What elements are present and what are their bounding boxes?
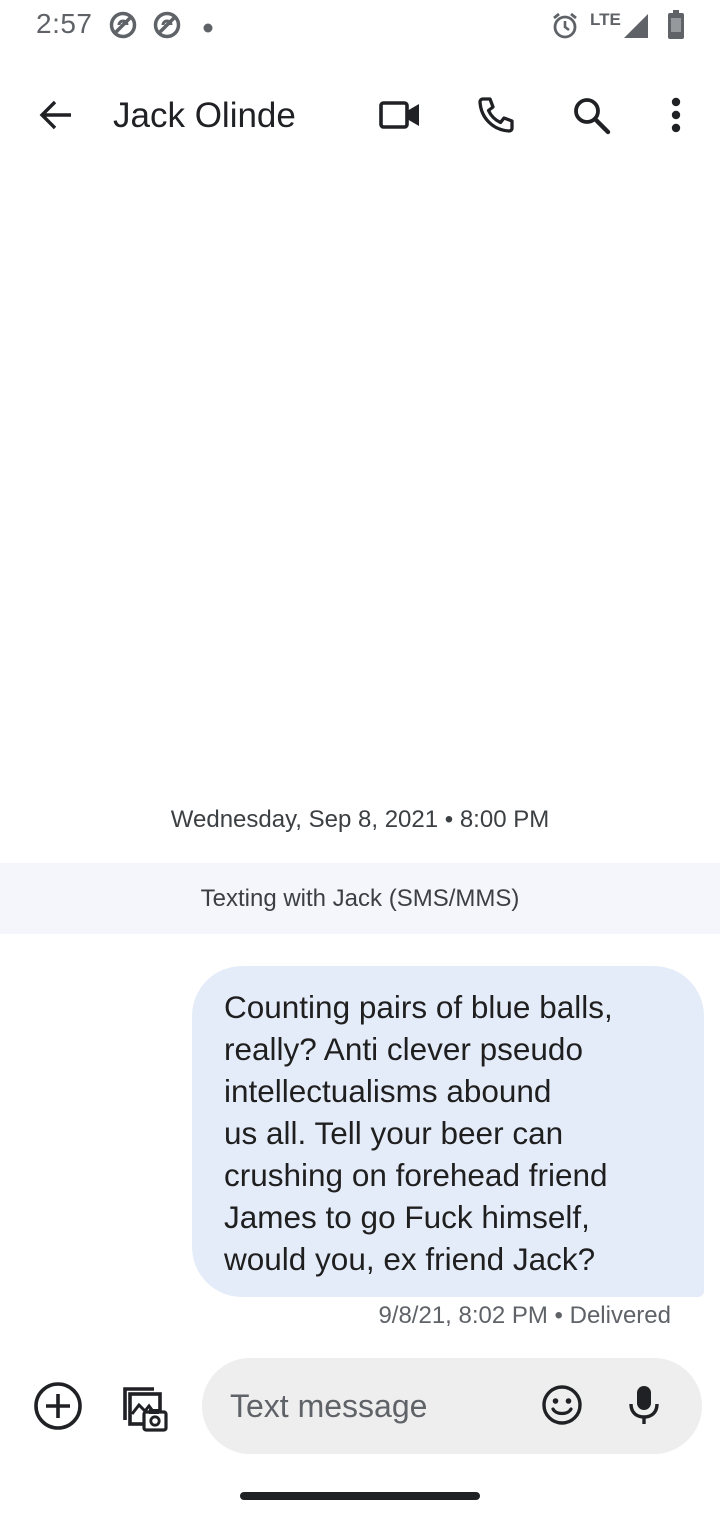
search-icon [571, 95, 611, 140]
message-status: 9/8/21, 8:02 PM • Delivered [378, 1302, 671, 1329]
voice-input-button[interactable] [619, 1382, 669, 1432]
network-label: LTE [590, 10, 621, 29]
do-not-disturb-icon [152, 10, 182, 45]
status-bar: 2:57 LTE [0, 0, 720, 52]
add-attachment-button[interactable] [28, 1378, 88, 1438]
compose-field[interactable] [202, 1358, 702, 1454]
emoji-icon [540, 1383, 584, 1432]
message-line: Counting pairs of blue balls, [224, 989, 613, 1025]
microphone-icon [626, 1383, 662, 1432]
do-not-disturb-icon [108, 10, 138, 45]
more-options-button[interactable] [648, 89, 704, 145]
gesture-nav-handle[interactable] [240, 1492, 480, 1500]
contact-name[interactable]: Jack Olinde [113, 96, 296, 136]
message-line: intellectualisms abound [224, 1073, 552, 1109]
search-button[interactable] [563, 89, 619, 145]
video-call-icon [379, 100, 421, 135]
date-header: Wednesday, Sep 8, 2021 • 8:00 PM [170, 806, 550, 833]
emoji-button[interactable] [537, 1382, 587, 1432]
message-line: really? Anti clever pseudo [224, 1031, 583, 1067]
message-line: crushing on forehead friend [224, 1157, 608, 1193]
more-vert-icon [670, 97, 682, 138]
top-app-bar: Jack Olinde [0, 72, 720, 162]
message-line: us all. Tell your beer can [224, 1115, 564, 1151]
status-time: 2:57 [36, 8, 93, 39]
gallery-camera-icon [116, 1380, 168, 1437]
back-button[interactable] [28, 89, 84, 145]
video-call-button[interactable] [372, 89, 428, 145]
texting-banner-label: Texting with Jack (SMS/MMS) [200, 884, 520, 912]
alarm-icon [550, 11, 580, 46]
gallery-button[interactable] [112, 1378, 172, 1438]
notification-dot-icon [203, 20, 213, 38]
battery-icon [667, 10, 685, 45]
message-line: James to go Fuck himself, [224, 1199, 590, 1235]
add-circle-icon [33, 1381, 83, 1436]
back-arrow-icon [38, 97, 74, 138]
cell-signal-icon [622, 12, 650, 45]
phone-call-button[interactable] [468, 89, 524, 145]
message-line: would you, ex friend Jack? [224, 1241, 596, 1277]
texting-banner: Texting with Jack (SMS/MMS) [0, 863, 720, 934]
text-message-input[interactable] [230, 1382, 520, 1430]
message-bubble[interactable]: Counting pairs of blue balls, really? An… [192, 966, 704, 1297]
phone-icon [476, 95, 516, 140]
